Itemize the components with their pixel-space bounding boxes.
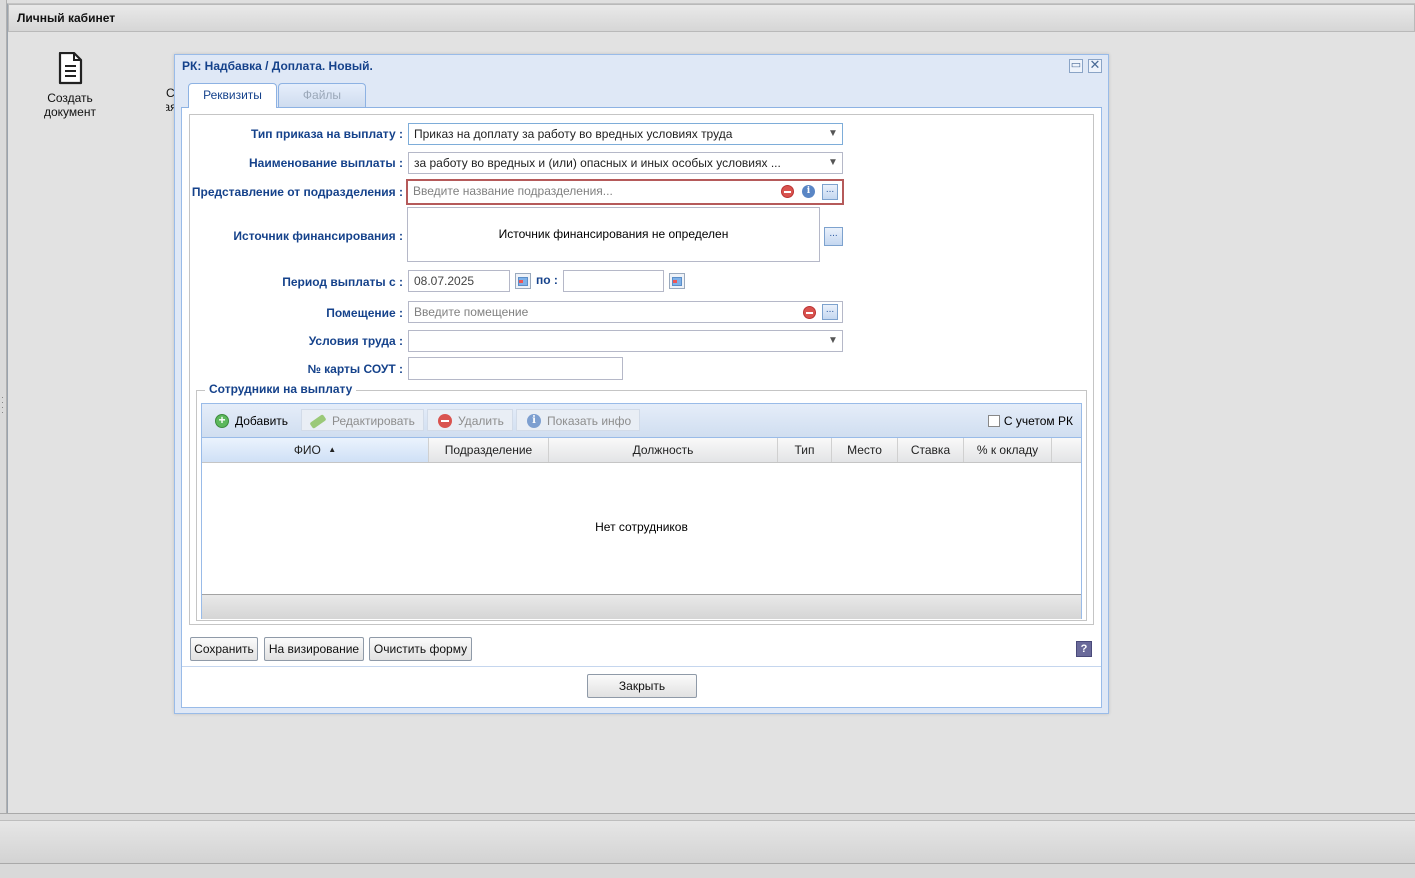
order-type-value: Приказ на доплату за работу во вредных у… [414, 127, 733, 141]
checkbox-icon[interactable] [987, 415, 1000, 427]
to-approval-button[interactable]: На визирование [264, 637, 364, 661]
room-placeholder: Введите помещение [414, 305, 529, 319]
payment-dialog: РК: Надбавка / Доплата. Новый. ▭ ✕ Рекви… [174, 54, 1109, 714]
column-position[interactable]: Должность [549, 438, 778, 462]
grid-toolbar: + Добавить Редактировать Удалить i Показ… [202, 404, 1081, 438]
select-department-button[interactable]: ... [822, 184, 838, 200]
employees-legend: Сотрудники на выплату [205, 382, 357, 396]
close-button[interactable]: Закрыть [587, 674, 697, 698]
show-info-button[interactable]: i Показать инфо [516, 409, 641, 431]
column-place[interactable]: Место [832, 438, 898, 462]
department-input[interactable]: Введите название подразделения... [408, 181, 842, 203]
department-placeholder: Введите название подразделения... [413, 184, 613, 198]
bottom-bar [0, 813, 1415, 878]
column-fio[interactable]: ФИО ▲ [202, 438, 429, 462]
dialog-title: РК: Надбавка / Доплата. Новый. [182, 59, 373, 73]
create-document-label-line1: Создать [47, 91, 93, 105]
create-document-label-line2: документ [44, 105, 96, 119]
buttons-divider [182, 666, 1101, 667]
with-rk-label: С учетом РК [1003, 414, 1073, 428]
funding-box: Источник финансирования не определен [407, 207, 820, 262]
save-button[interactable]: Сохранить [190, 637, 258, 661]
clear-room-icon[interactable] [803, 306, 816, 319]
period-to-label: по : [536, 273, 558, 287]
delete-button[interactable]: Удалить [427, 409, 513, 431]
help-icon[interactable]: ? [1076, 641, 1092, 657]
pencil-icon [309, 414, 327, 429]
maximize-icon[interactable]: ▭ [1069, 59, 1083, 73]
grid-header: ФИО ▲ Подразделение Должность Тип Место … [202, 438, 1081, 463]
clear-department-icon[interactable] [781, 185, 794, 198]
grid-empty-text: Нет сотрудников [595, 520, 688, 534]
payment-name-label: Наименование выплаты : [249, 156, 403, 170]
taskbar [0, 820, 1415, 864]
work-conditions-label: Условия труда : [308, 334, 403, 348]
add-label: Добавить [235, 414, 289, 428]
add-button[interactable]: + Добавить [204, 409, 297, 431]
sout-card-input[interactable] [408, 357, 623, 380]
splitter-grip[interactable]: · · · · [1, 393, 4, 417]
chevron-down-icon[interactable]: ▼ [826, 332, 840, 350]
edit-label: Редактировать [332, 414, 415, 428]
payment-name-combo[interactable]: за работу во вредных и (или) опасных и и… [408, 152, 843, 174]
sort-asc-icon: ▲ [328, 445, 337, 454]
order-type-combo[interactable]: Приказ на доплату за работу во вредных у… [408, 123, 843, 145]
delete-label: Удалить [458, 414, 504, 428]
close-icon[interactable]: ✕ [1088, 57, 1102, 73]
grid-footer [202, 594, 1081, 619]
show-info-label: Показать инфо [547, 414, 632, 428]
room-label: Помещение : [326, 306, 403, 320]
sout-card-label: № карты СОУТ : [307, 362, 403, 376]
funding-value: Источник финансирования не определен [498, 227, 729, 241]
chevron-down-icon[interactable]: ▼ [826, 154, 840, 172]
clear-form-button[interactable]: Очистить форму [369, 637, 472, 661]
info-icon: i [527, 414, 541, 428]
column-type[interactable]: Тип [778, 438, 832, 462]
tab-body: Тип приказа на выплату : Приказ на допла… [181, 108, 1102, 708]
select-room-button[interactable]: ... [822, 304, 838, 320]
delete-icon [438, 414, 452, 428]
room-input[interactable]: Введите помещение [408, 301, 843, 323]
chevron-down-icon[interactable]: ▼ [826, 125, 840, 143]
column-salary-percent[interactable]: % к окладу [964, 438, 1052, 462]
period-label: Период выплаты с : [282, 275, 403, 289]
period-from-value: 08.07.2025 [414, 274, 475, 288]
employees-grid: + Добавить Редактировать Удалить i Показ… [201, 403, 1082, 619]
calendar-from-icon[interactable] [515, 273, 531, 289]
department-label: Представление от подразделения : [191, 185, 403, 199]
edit-button[interactable]: Редактировать [301, 409, 424, 431]
app-header: Личный кабинет [8, 4, 1415, 32]
period-from-input[interactable]: 08.07.2025 [408, 270, 510, 292]
calendar-to-icon[interactable] [669, 273, 685, 289]
column-rate[interactable]: Ставка [898, 438, 964, 462]
column-fio-label: ФИО [293, 443, 321, 457]
department-info-icon[interactable]: i [802, 185, 815, 198]
left-splitter[interactable]: · · · · [0, 0, 7, 813]
create-document-shortcut[interactable]: Создать документ [34, 51, 106, 119]
form-panel: Тип приказа на выплату : Приказ на допла… [189, 114, 1094, 625]
with-rk-checkbox[interactable]: С учетом РК [987, 414, 1073, 428]
add-icon: + [215, 414, 229, 428]
column-department[interactable]: Подразделение [429, 438, 549, 462]
period-to-input[interactable] [563, 270, 664, 292]
tab-requisites[interactable]: Реквизиты [188, 83, 277, 108]
tab-files[interactable]: Файлы [278, 83, 366, 107]
document-icon [58, 51, 83, 85]
app-title: Личный кабинет [17, 11, 116, 25]
payment-name-value: за работу во вредных и (или) опасных и и… [414, 156, 781, 170]
order-type-label: Тип приказа на выплату : [250, 127, 403, 141]
funding-label: Источник финансирования : [233, 229, 403, 243]
work-conditions-combo[interactable]: ▼ [408, 330, 843, 352]
employees-fieldset: Сотрудники на выплату + Добавить Редакти… [196, 382, 1087, 621]
select-funding-button[interactable]: ... [824, 227, 843, 246]
